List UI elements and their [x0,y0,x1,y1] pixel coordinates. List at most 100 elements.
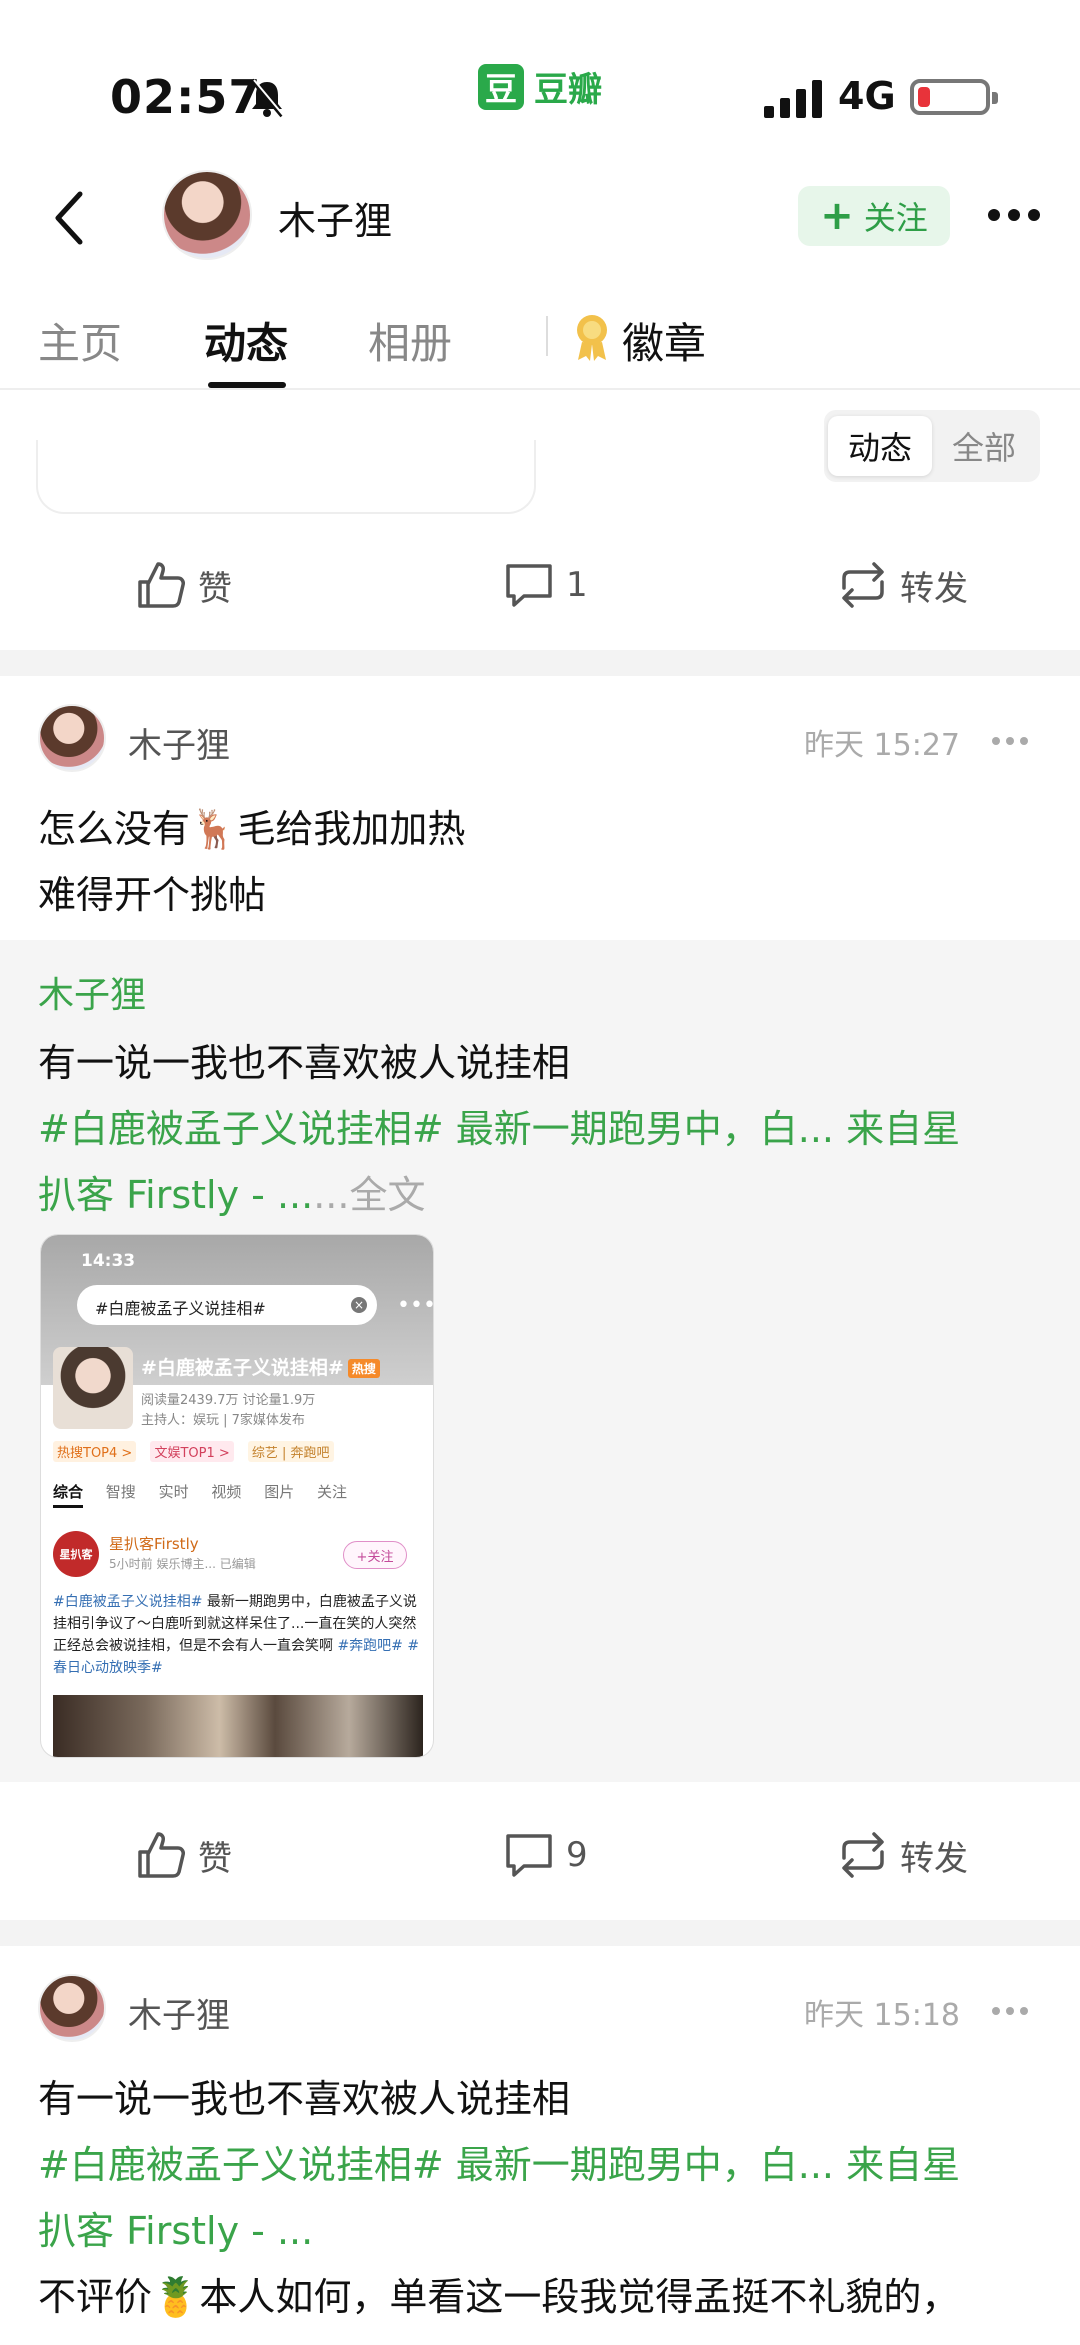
post-text-line-2: 难得开个挑帖 [38,873,267,917]
screenshot-photo [53,1695,423,1757]
repost-author[interactable]: 木子狸 [38,966,146,1018]
post-text: 毛给我加加热 [237,807,466,851]
repost-label: 转发 [900,1838,968,1879]
repost-link-line-2: 扒客 Firstly - ......全文 [38,1164,425,1219]
topic-host: 主持人：娱玩 | 7家媒体发布 [141,1413,305,1428]
embedded-screenshot[interactable]: 14:33 #白鹿被孟子义说挂相# × ••• #白鹿被孟子义说挂相# 热搜 阅读… [40,1234,434,1758]
repost-icon [842,562,884,608]
topic-link[interactable]: #白鹿被孟子义说挂相# 最新一期跑男中，白... 来自星 [38,2134,960,2189]
more-options-icon[interactable] [990,734,1030,748]
feed-separator [0,1920,1080,1946]
source-link[interactable]: 扒客 Firstly - ... [38,2200,313,2255]
clear-icon: × [351,1297,367,1313]
signal-icon [764,80,822,118]
feed-filter-toggle: 动态 全部 [824,410,1040,482]
hot-badge: 热搜 [347,1359,380,1378]
screenshot-tab: 图片 [264,1483,295,1501]
rank-tag: 文娱TOP1 > [150,1441,234,1462]
douban-logo-icon: 豆 [478,63,524,110]
avatar[interactable] [162,170,252,260]
tab-activity[interactable]: 动态 [204,310,288,371]
screenshot-body: #白鹿被孟子义说挂相# 最新一期跑男中，白鹿被孟子义说挂相引争议了～白鹿听到就这… [53,1591,423,1679]
screenshot-topic-meta: 阅读量2439.7万 讨论量1.9万 主持人：娱玩 | 7家媒体发布 [141,1391,315,1431]
post-text: 本人如何，单看这一段我觉得孟挺不礼貌的， [199,2275,960,2319]
tab-album[interactable]: 相册 [368,310,452,371]
follow-label: 关注 [863,199,928,237]
thumbs-up-icon [138,1832,185,1878]
post-text-line: 不评价🍍本人如何，单看这一段我觉得孟挺不礼貌的， [38,2266,959,2321]
comment-icon [506,564,552,607]
tab-badges[interactable]: 徽章 [622,310,706,371]
medal-icon [577,315,607,361]
post-author[interactable]: 木子狸 [128,1988,230,2037]
status-bar: 02:57 豆 豆瓣 4G [0,0,1080,160]
rank-tag: 热搜TOP4 > [53,1441,137,1462]
repost-icon [842,1832,884,1878]
like-label: 赞 [198,1838,232,1879]
comment-count: 1 [566,565,588,605]
like-button[interactable]: 赞 [134,1828,232,1882]
screenshot-topic-title: #白鹿被孟子义说挂相# 热搜 [141,1353,380,1380]
repost-button[interactable]: 转发 [836,558,968,612]
body-tag: #白鹿被孟子义说挂相# [53,1594,203,1610]
profile-header: 木子狸 + 关注 [0,160,1080,270]
category-tag: 综艺 | 奔跑吧 [247,1441,334,1462]
post-time: 昨天 15:18 [804,1998,960,2033]
screenshot-tab: 实时 [158,1483,189,1501]
avatar[interactable] [38,704,106,772]
profile-name: 木子狸 [278,199,393,243]
post-text: 有一说一我也不喜欢被人说挂相 [38,2077,571,2121]
full-text-link[interactable]: ...全文 [313,1173,425,1217]
comment-count: 9 [566,1835,588,1875]
network-type: 4G [838,74,896,118]
uploader-meta: 5小时前 娱乐博主... 已编辑 [109,1557,256,1571]
post-text: 怎么没有 [38,807,191,851]
topic-stats: 阅读量2439.7万 讨论量1.9万 [141,1393,316,1408]
screenshot-tags: 热搜TOP4 > 文娱TOP1 > 综艺 | 奔跑吧 [53,1441,344,1462]
more-options-icon[interactable] [986,200,1042,230]
action-bar: 赞 9 转发 [0,1806,1080,1906]
post-header: 木子狸 昨天 15:27 [0,704,1080,794]
post-text-line: 怎么没有🦌毛给我加加热 [38,798,465,853]
repost-label: 转发 [900,568,968,609]
profile-tabs: 主页 动态 相册 徽章 [0,290,1080,390]
previous-card-edge [36,440,536,514]
post-time: 昨天 15:27 [804,728,960,763]
topic-title-text: #白鹿被孟子义说挂相# [141,1357,344,1379]
repost-text: 有一说一我也不喜欢被人说挂相 [38,1041,571,1085]
avatar[interactable] [38,1974,106,2042]
screenshot-search-bar: #白鹿被孟子义说挂相# × [77,1285,377,1325]
feed-separator [0,650,1080,676]
uploader-name: 星扒客Firstly [109,1535,199,1553]
topic-link[interactable]: #白鹿被孟子义说挂相# 最新一期跑男中，白... 来自星 [38,1098,960,1153]
back-arrow-icon[interactable] [50,188,90,248]
action-bar: 赞 1 转发 [0,536,1080,636]
tab-home[interactable]: 主页 [38,310,122,371]
comment-icon [506,1834,552,1877]
topic-image [53,1347,133,1429]
post-author[interactable]: 木子狸 [128,718,230,767]
screenshot-uploader: 星扒客 星扒客Firstly 5小时前 娱乐博主... 已编辑 +关注 [53,1531,423,1591]
comment-button[interactable]: 1 [502,558,588,612]
like-button[interactable]: 赞 [134,558,232,612]
thumbs-up-icon [138,562,185,608]
uploader-follow: +关注 [343,1541,407,1569]
filter-activity[interactable]: 动态 [828,416,932,476]
screenshot-tab: 综合 [53,1483,84,1508]
comment-button[interactable]: 9 [502,1828,588,1882]
repost-button[interactable]: 转发 [836,1828,968,1882]
battery-level [918,87,930,107]
mute-bell-icon [250,78,285,118]
pineapple-emoji: 🍍 [152,2275,200,2319]
tab-divider [546,316,548,356]
app-brand: 豆 豆瓣 [478,62,602,111]
active-tab-indicator [208,382,286,388]
follow-button[interactable]: + 关注 [798,186,950,246]
post-text: 不评价 [38,2275,153,2319]
screenshot-tab: 智搜 [105,1483,136,1501]
more-options-icon[interactable] [990,2004,1030,2018]
screenshot-tab: 关注 [316,1483,347,1501]
filter-all[interactable]: 全部 [932,416,1036,476]
post-header: 木子狸 昨天 15:18 [0,1974,1080,2064]
source-link[interactable]: 扒客 Firstly - ... [38,1173,313,1217]
